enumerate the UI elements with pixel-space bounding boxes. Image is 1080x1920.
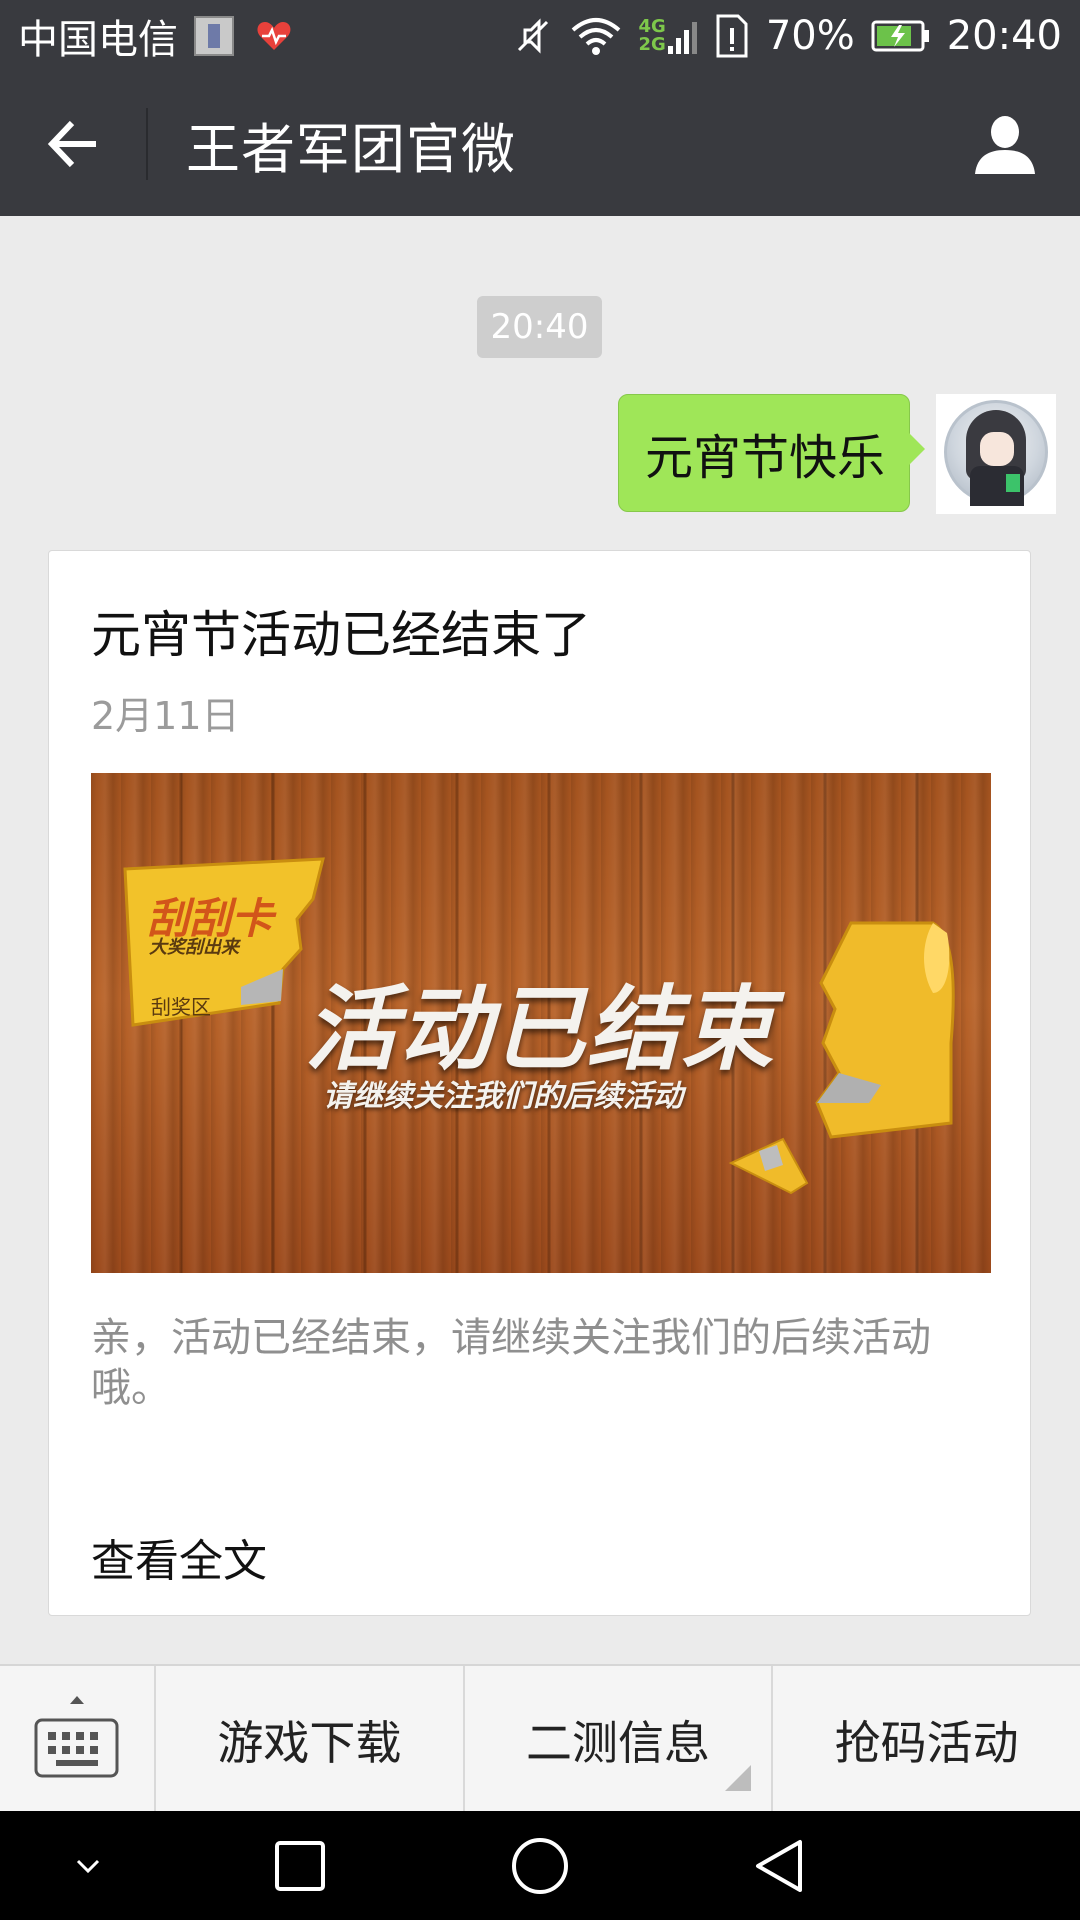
official-account-menu: 游戏下载 二测信息 抢码活动 bbox=[0, 1664, 1080, 1813]
sent-message-text: 元宵节快乐 bbox=[644, 430, 885, 486]
article-date: 2月11日 bbox=[91, 694, 240, 738]
person-icon bbox=[975, 116, 1035, 174]
article-description: 亲，活动已经结束，请继续关注我们的后续活动哦。 bbox=[91, 1315, 931, 1411]
image-card-subtitle: 大奖刮出来 bbox=[149, 937, 239, 958]
circle-home-icon bbox=[512, 1837, 568, 1894]
triangle-back-icon bbox=[756, 1839, 802, 1892]
sim-alert-icon bbox=[716, 14, 748, 58]
signal-icon bbox=[667, 22, 697, 54]
menu-item-label: 游戏下载 bbox=[217, 1715, 402, 1770]
message-timestamp: 20:40 bbox=[477, 296, 602, 358]
page-title: 王者军团官微 bbox=[186, 117, 516, 181]
keyboard-toggle-button[interactable] bbox=[0, 1666, 156, 1813]
carrier-label: 中国电信 bbox=[18, 17, 178, 63]
submenu-indicator-icon bbox=[725, 1765, 752, 1791]
network-2g-label: 2G bbox=[638, 34, 666, 55]
nav-back-button[interactable] bbox=[720, 1811, 840, 1920]
menu-item-code-event[interactable]: 抢码活动 bbox=[773, 1666, 1080, 1813]
sent-message-bubble[interactable]: 元宵节快乐 bbox=[617, 394, 926, 512]
chat-header: 王者军团官微 bbox=[0, 72, 1080, 216]
health-heart-icon bbox=[257, 22, 291, 50]
nav-home-button[interactable] bbox=[480, 1811, 600, 1920]
read-full-article-link[interactable]: 查看全文 bbox=[91, 1525, 267, 1589]
app-notification-icon bbox=[194, 16, 234, 56]
system-navigation-bar bbox=[0, 1811, 1080, 1920]
article-cover-image[interactable]: 刮刮卡 大奖刮出来 刮奖区 活动已结束 请继续关注我们的后续活动 bbox=[91, 773, 991, 1273]
nav-hide-button[interactable] bbox=[28, 1811, 148, 1920]
mute-icon bbox=[517, 18, 548, 54]
article-title: 元宵节活动已经结束了 bbox=[91, 606, 591, 664]
image-card-area-label: 刮奖区 bbox=[151, 995, 211, 1019]
menu-item-label: 二测信息 bbox=[526, 1715, 710, 1770]
keyboard-icon bbox=[34, 1696, 119, 1778]
image-subline: 请继续关注我们的后续活动 bbox=[323, 1079, 683, 1114]
menu-item-label: 抢码活动 bbox=[834, 1715, 1019, 1770]
chevron-down-icon bbox=[76, 1859, 100, 1873]
battery-charging-icon bbox=[871, 20, 929, 52]
battery-percent: 70% bbox=[765, 13, 855, 59]
back-button[interactable] bbox=[0, 72, 146, 216]
network-type-indicator: 4G 2G bbox=[639, 18, 666, 54]
nav-recents-button[interactable] bbox=[240, 1811, 360, 1920]
user-avatar[interactable] bbox=[936, 394, 1056, 514]
status-bar: 中国电信 4G 2G 70% 20:40 bbox=[0, 0, 1080, 72]
square-recents-icon bbox=[275, 1840, 325, 1891]
menu-item-beta-info[interactable]: 二测信息 bbox=[465, 1666, 774, 1813]
menu-item-game-download[interactable]: 游戏下载 bbox=[156, 1666, 465, 1813]
status-time: 20:40 bbox=[946, 13, 1062, 59]
wifi-icon bbox=[571, 18, 620, 55]
header-divider bbox=[146, 108, 148, 180]
image-headline: 活动已结束 bbox=[305, 976, 776, 1083]
sent-message-row: 元宵节快乐 bbox=[617, 394, 1056, 514]
article-card[interactable]: 元宵节活动已经结束了 2月11日 刮刮卡 大奖刮出来 刮奖区 活动已结束 请继续… bbox=[48, 550, 1031, 1616]
back-arrow-icon bbox=[47, 120, 96, 168]
official-account-profile-button[interactable] bbox=[930, 72, 1080, 216]
